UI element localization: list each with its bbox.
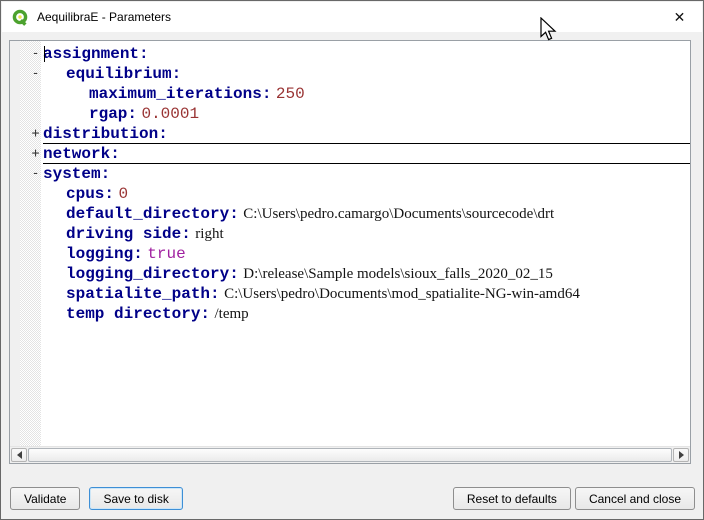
- yaml-line: driving side: right: [43, 224, 690, 244]
- yaml-key: network:: [43, 145, 120, 163]
- yaml-key: assignment:: [43, 45, 149, 63]
- yaml-key: temp directory:: [66, 305, 211, 323]
- yaml-key: default_directory:: [66, 205, 239, 223]
- yaml-line: logging_directory: D:\release\Sample mod…: [43, 264, 690, 284]
- title-bar[interactable]: AequilibraE - Parameters ✕: [2, 2, 702, 32]
- fold-collapse-icon[interactable]: -: [29, 164, 42, 184]
- footer-left-buttons: Validate Save to disk: [10, 487, 183, 510]
- yaml-value: 0: [118, 185, 129, 203]
- yaml-line: maximum_iterations: 250: [43, 84, 690, 104]
- fold-expand-icon[interactable]: +: [29, 144, 42, 164]
- yaml-line: temp directory: /temp: [43, 304, 690, 324]
- yaml-key: logging_directory:: [66, 265, 239, 283]
- yaml-value: C:\Users\pedro\Documents\mod_spatialite-…: [224, 286, 580, 302]
- editor-symbol-margin: [10, 41, 20, 446]
- yaml-line: logging: true: [43, 244, 690, 264]
- yaml-line: + distribution:: [32, 124, 690, 144]
- fold-expand-icon[interactable]: +: [29, 124, 42, 144]
- yaml-key: distribution:: [43, 125, 168, 143]
- yaml-parameter-editor[interactable]: - assignment: - equilibrium: maximum_iterati…: [9, 40, 691, 464]
- arrow-left-icon: [16, 451, 22, 459]
- yaml-key: rgap:: [89, 105, 138, 123]
- yaml-value: C:\Users\pedro.camargo\Documents\sourcec…: [243, 206, 555, 222]
- scroll-right-button[interactable]: [673, 448, 689, 462]
- yaml-line: cpus: 0: [43, 184, 690, 204]
- yaml-value: 250: [275, 85, 305, 103]
- close-button[interactable]: ✕: [657, 2, 702, 32]
- yaml-key: maximum_iterations:: [89, 85, 272, 103]
- yaml-value: /temp: [214, 306, 249, 322]
- yaml-line: - assignment:: [32, 44, 690, 64]
- editor-lines: - assignment: - equilibrium: maximum_iterati…: [32, 44, 690, 324]
- yaml-key: driving side:: [66, 225, 191, 243]
- qgis-logo-icon: [12, 9, 28, 26]
- yaml-key: system:: [43, 165, 111, 183]
- fold-collapse-icon[interactable]: -: [29, 64, 42, 84]
- arrow-right-icon: [678, 451, 684, 459]
- text-caret: [44, 46, 45, 62]
- yaml-line: - equilibrium:: [32, 64, 690, 84]
- footer-right-buttons: Reset to defaults Cancel and close: [452, 487, 695, 510]
- save-to-disk-button[interactable]: Save to disk: [89, 487, 183, 510]
- yaml-key: spatialite_path:: [66, 285, 220, 303]
- parameters-dialog: AequilibraE - Parameters ✕ - assignment: -…: [0, 0, 704, 520]
- yaml-value: true: [147, 245, 186, 263]
- yaml-value: right: [195, 226, 224, 242]
- validate-button[interactable]: Validate: [10, 487, 81, 510]
- yaml-line: rgap: 0.0001: [43, 104, 690, 124]
- yaml-key: equilibrium:: [66, 65, 182, 83]
- yaml-line: - system:: [32, 164, 690, 184]
- scroll-left-button[interactable]: [11, 448, 27, 462]
- reset-to-defaults-button[interactable]: Reset to defaults: [452, 487, 571, 510]
- yaml-key: cpus:: [66, 185, 115, 203]
- editor-text-area[interactable]: - assignment: - equilibrium: maximum_iterati…: [10, 41, 690, 446]
- yaml-line: spatialite_path: C:\Users\pedro\Document…: [43, 284, 690, 304]
- yaml-line: + network:: [32, 144, 690, 164]
- yaml-value: D:\release\Sample models\sioux_falls_202…: [243, 266, 553, 282]
- horizontal-scrollbar[interactable]: [10, 446, 690, 463]
- scrollbar-thumb[interactable]: [28, 448, 672, 462]
- yaml-value: 0.0001: [141, 105, 200, 123]
- yaml-line: default_directory: C:\Users\pedro.camarg…: [43, 204, 690, 224]
- cancel-and-close-button[interactable]: Cancel and close: [574, 487, 695, 510]
- editor-fold-margin[interactable]: [20, 41, 41, 446]
- yaml-key: logging:: [66, 245, 143, 263]
- fold-collapse-icon[interactable]: -: [29, 44, 42, 64]
- window-title: AequilibraE - Parameters: [37, 10, 172, 24]
